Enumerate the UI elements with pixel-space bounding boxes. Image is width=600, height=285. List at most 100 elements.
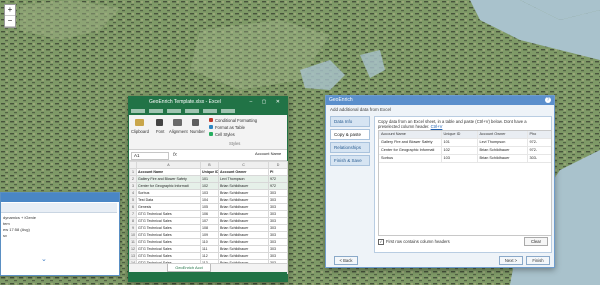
grid-cell[interactable]: Sorbus [136, 189, 201, 197]
grid-cell[interactable]: GTG Technical Sales [136, 238, 201, 246]
number-icon[interactable] [192, 119, 199, 126]
font-icon[interactable] [156, 119, 163, 126]
help-icon[interactable]: ? [545, 97, 551, 103]
conditional-formatting-icon[interactable] [209, 118, 213, 122]
wizard-step[interactable]: Relationships [330, 142, 370, 153]
grid-cell[interactable]: 104 [200, 196, 219, 204]
ribbon-alignment[interactable]: Alignment [169, 129, 188, 134]
grid-cell[interactable]: Brian Schildhauer [218, 203, 269, 211]
table-row[interactable]: 1 Account Name Unique ID Account Owner Pl [129, 168, 288, 176]
grid-cell[interactable]: Account Owner [218, 168, 269, 176]
zoom-out-button[interactable]: − [5, 16, 15, 27]
grid-cell[interactable]: 303 [268, 231, 288, 239]
table-row[interactable]: 13 GTG Technical Sales 112 Brian Schildhaue… [129, 252, 288, 260]
table-row[interactable]: 6 Genesis 105 Brian Schildhauer 303 [129, 203, 288, 211]
table-row[interactable]: 11 GTG Technical Sales 110 Brian Schildhaue… [129, 238, 288, 246]
grid-cell[interactable]: Brian Schildhauer [218, 252, 269, 260]
grid-cell[interactable]: 103 [200, 189, 219, 197]
zoom-in-button[interactable]: + [5, 5, 15, 16]
grid-cell[interactable]: Center for Geographic Informati [136, 182, 201, 190]
column-header[interactable]: B [200, 161, 219, 169]
row-header[interactable]: 9 [129, 224, 137, 232]
row-header[interactable]: 11 [129, 238, 137, 246]
row-header[interactable]: 7 [129, 210, 137, 218]
clear-button[interactable]: Clear [524, 237, 548, 246]
finish-button[interactable]: Finish [526, 256, 550, 265]
grid-cell[interactable]: GTG Technical Sales [136, 252, 201, 260]
column-header[interactable]: Account Name [379, 131, 442, 139]
format-table-icon[interactable] [209, 125, 213, 129]
grid-cell[interactable]: GTG Technical Sales [136, 224, 201, 232]
grid-cell[interactable]: Brian Schildhauer [218, 217, 269, 225]
ribbon-cell-styles[interactable]: Cell Styles [215, 132, 235, 137]
ribbon-number[interactable]: Number [190, 129, 205, 134]
grid-cell[interactable]: Brian Schildhauer [218, 231, 269, 239]
grid-cell[interactable]: 303 [268, 189, 288, 197]
row-header[interactable]: 8 [129, 217, 137, 225]
wizard-step[interactable]: Copy & paste [330, 129, 370, 140]
table-row[interactable]: 4 Sorbus 103 Brian Schildhauer 303 [129, 189, 288, 197]
column-header[interactable]: Account Owner [477, 131, 528, 139]
grid-cell[interactable]: GTG Technical Sales [136, 217, 201, 225]
ribbon-tab[interactable] [221, 109, 235, 113]
grid-cell[interactable]: Brian Schildhauer [218, 245, 269, 253]
table-row[interactable]: 8 GTG Technical Sales 107 Brian Schildhauer… [129, 217, 288, 225]
row-header[interactable]: 13 [129, 252, 137, 260]
column-header[interactable]: D [268, 161, 288, 169]
grid-cell[interactable]: 972 [268, 182, 288, 190]
grid-cell[interactable]: 303 [268, 196, 288, 204]
grid-cell[interactable]: 303 [268, 245, 288, 253]
name-box[interactable]: A1 [131, 152, 169, 160]
grid-cell[interactable]: GTG Technical Sales [136, 231, 201, 239]
row-header[interactable]: 3 [129, 182, 137, 190]
grid-cell[interactable]: Pl [268, 168, 288, 176]
grid-cell[interactable]: 110 [200, 238, 219, 246]
grid-cell[interactable]: Brian Schildhauer [218, 196, 269, 204]
table-row[interactable]: Gallery Fire and Blower Safety 101 Levi Th… [379, 138, 551, 147]
table-row[interactable]: 12 GTG Technical Sales 111 Brian Schildhaue… [129, 245, 288, 253]
wizard-step[interactable]: Finish & Save [330, 155, 370, 166]
formula-input[interactable]: Account Name [255, 152, 285, 156]
grid-cell[interactable]: 303 [268, 224, 288, 232]
row-header[interactable]: 4 [129, 189, 137, 197]
grid-cell[interactable]: 303 [268, 217, 288, 225]
fx-icon[interactable]: fx [173, 152, 177, 158]
grid-cell[interactable]: GTG Technical Sales [136, 245, 201, 253]
alignment-icon[interactable] [173, 119, 182, 126]
ribbon-tab[interactable] [185, 109, 199, 113]
grid-cell[interactable]: Brian Schildhauer [218, 238, 269, 246]
grid-cell[interactable]: 107 [200, 217, 219, 225]
grid-cell[interactable]: 108 [200, 224, 219, 232]
grid-cell[interactable]: Account Name [136, 168, 201, 176]
grid-cell[interactable]: 111 [200, 245, 219, 253]
row-header[interactable]: 10 [129, 231, 137, 239]
row-header[interactable]: 1 [129, 168, 137, 176]
spreadsheet-grid[interactable]: A B C D 1 Account Name Unique ID Account Ow… [129, 161, 288, 274]
ribbon-clipboard[interactable]: Clipboard [131, 129, 149, 134]
table-row[interactable]: Sorbus 103 Brian Schildhauer 303- [379, 154, 551, 163]
grid-cell[interactable]: 972 [268, 175, 288, 183]
column-header[interactable]: Unique ID [441, 131, 478, 139]
paste-shortcut-link[interactable]: Ctrl+V [431, 124, 443, 129]
grid-cell[interactable]: Brian Schildhauer [218, 224, 269, 232]
table-row[interactable]: 2 Gallery Fire and Blower Safety 101 Levi T… [129, 175, 288, 183]
window-controls[interactable]: – ▢ ✕ [250, 97, 284, 107]
grid-cell[interactable]: Levi Thompson [218, 175, 269, 183]
select-all-corner[interactable] [129, 161, 137, 169]
grid-cell[interactable]: GTG Technical Sales [136, 210, 201, 218]
grid-cell[interactable]: Brian Schildhauer [218, 189, 269, 197]
grid-cell[interactable]: Unique ID [200, 168, 219, 176]
grid-cell[interactable]: 106 [200, 210, 219, 218]
back-button[interactable]: < Back [334, 256, 358, 265]
sheet-tab[interactable]: GeoEnrich Acct [167, 264, 211, 272]
grid-cell[interactable]: 105 [200, 203, 219, 211]
table-row[interactable]: Center for Geographic Informati 102 Brian … [379, 146, 551, 155]
row-header[interactable]: 12 [129, 245, 137, 253]
ribbon-tab[interactable] [149, 109, 163, 113]
grid-cell[interactable]: Gallery Fire and Blower Safety [136, 175, 201, 183]
grid-cell[interactable]: 303 [268, 203, 288, 211]
grid-cell[interactable]: 303 [268, 210, 288, 218]
grid-cell[interactable]: Genesis [136, 203, 201, 211]
grid-cell[interactable]: 101 [200, 175, 219, 183]
chevron-down-icon[interactable]: ⌄ [41, 255, 47, 263]
